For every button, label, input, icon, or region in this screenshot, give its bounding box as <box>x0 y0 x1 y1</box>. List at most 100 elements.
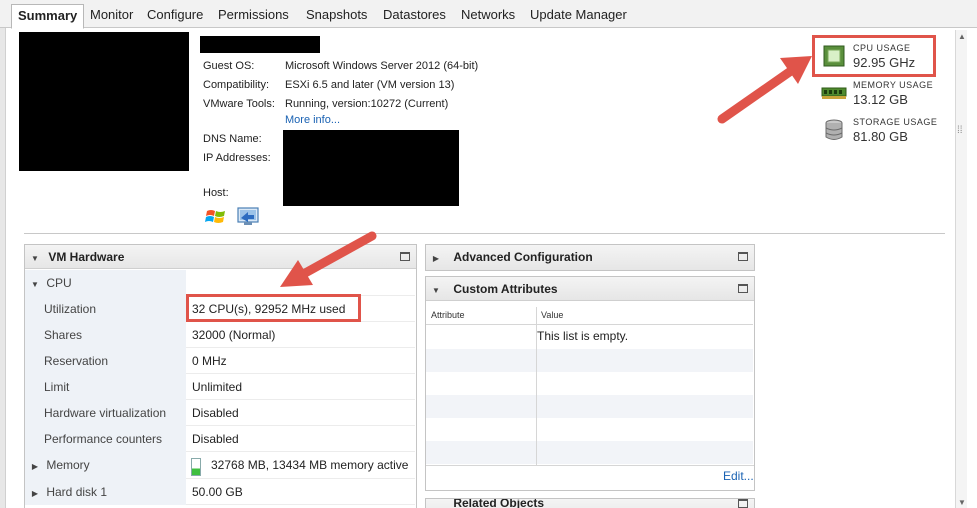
cpu-section-label: CPU <box>46 276 72 290</box>
empty-list-text: This list is empty. <box>537 329 629 343</box>
attributes-row <box>426 372 753 395</box>
collapse-caret-icon[interactable]: ▼ <box>430 501 442 508</box>
tab-permissions[interactable]: Permissions <box>212 4 295 28</box>
attributes-row <box>426 418 753 441</box>
guest-os-label: Guest OS: <box>203 60 255 72</box>
redacted-vm-name <box>200 36 320 53</box>
grid-footer-divider <box>426 465 754 466</box>
hw-row-label: Performance counters <box>25 426 186 452</box>
hw-row-performance-counters: Performance counters Disabled <box>25 426 415 452</box>
attributes-row <box>426 395 753 418</box>
memory-usage-value: 13.12 GB <box>853 92 908 107</box>
cpu-expand-caret-icon[interactable]: ▼ <box>29 272 41 298</box>
compatibility-value: ESXi 6.5 and later (VM version 13) <box>285 79 455 91</box>
related-objects-panel: ▼ Related Objects <box>425 498 755 508</box>
attributes-row: This list is empty. <box>426 326 753 349</box>
host-link-icon[interactable] <box>236 206 260 228</box>
tab-summary[interactable]: Summary <box>11 4 85 29</box>
advanced-configuration-header[interactable]: ▶ Advanced Configuration <box>426 245 754 270</box>
memory-module-icon <box>821 87 847 99</box>
maximize-icon[interactable] <box>738 252 748 261</box>
collapse-caret-icon[interactable]: ▼ <box>430 279 442 303</box>
advanced-configuration-title: Advanced Configuration <box>453 250 593 264</box>
hard-disk-label: Hard disk 1 <box>46 485 108 499</box>
scroll-down-arrow-icon[interactable]: ▼ <box>956 498 968 508</box>
dns-name-label: DNS Name: <box>203 133 262 145</box>
hard-disk-row[interactable]: ▶ Hard disk 1 50.00 GB <box>25 479 415 505</box>
hw-row-value: Disabled <box>192 406 239 420</box>
memory-row[interactable]: ▶ Memory 32768 MB, 13434 MB memory activ… <box>25 452 415 479</box>
utilization-highlight <box>186 294 361 322</box>
advanced-configuration-panel: ▶ Advanced Configuration <box>425 244 755 271</box>
ip-addresses-label: IP Addresses: <box>203 152 271 164</box>
memory-expand-caret-icon[interactable]: ▶ <box>29 454 41 480</box>
hw-row-label: Utilization <box>25 296 186 322</box>
hw-row-limit: Limit Unlimited <box>25 374 415 400</box>
memory-value: 32768 MB, 13434 MB memory active <box>211 458 409 472</box>
hw-row-hardware-virtualization: Hardware virtualization Disabled <box>25 400 415 426</box>
hw-row-value: 0 MHz <box>192 354 227 368</box>
maximize-icon[interactable] <box>400 252 410 261</box>
compatibility-label: Compatibility: <box>203 79 270 91</box>
hw-row-shares: Shares 32000 (Normal) <box>25 322 415 348</box>
hw-row-label: Shares <box>25 322 186 348</box>
vmware-tools-value: Running, version:10272 (Current) <box>285 98 449 110</box>
hw-row-value: Disabled <box>192 432 239 446</box>
tab-networks[interactable]: Networks <box>455 4 521 28</box>
tab-update-manager[interactable]: Update Manager <box>524 4 633 28</box>
storage-usage-value: 81.80 GB <box>853 129 908 144</box>
hw-row-label: Reservation <box>25 348 186 374</box>
memory-usage-bar <box>191 458 201 476</box>
vm-hardware-panel: ▼ VM Hardware ▼ CPU Utilization 32 CPU(s… <box>24 244 417 508</box>
scroll-up-arrow-icon[interactable]: ▲ <box>956 32 968 42</box>
storage-database-icon <box>825 119 843 140</box>
maximize-icon[interactable] <box>738 284 748 293</box>
host-label: Host: <box>203 187 229 199</box>
hw-row-label: Limit <box>25 374 186 400</box>
hw-row-label: Hardware virtualization <box>25 400 186 426</box>
windows-logo-icon <box>205 210 225 223</box>
disk-expand-caret-icon[interactable]: ▶ <box>29 481 41 507</box>
redacted-network-host <box>283 130 459 206</box>
expand-caret-icon[interactable]: ▶ <box>430 247 442 271</box>
tab-datastores[interactable]: Datastores <box>377 4 452 28</box>
hw-row-value: 32000 (Normal) <box>192 328 276 342</box>
edit-attributes-link[interactable]: Edit... <box>723 469 754 483</box>
guest-os-value: Microsoft Windows Server 2012 (64-bit) <box>285 60 479 72</box>
vm-hardware-header[interactable]: ▼ VM Hardware <box>25 245 416 269</box>
vertical-scrollbar[interactable]: ▲ ▼ <box>955 30 967 508</box>
column-divider <box>536 307 537 465</box>
hw-row-value: Unlimited <box>192 380 243 394</box>
collapse-caret-icon[interactable]: ▼ <box>29 247 41 271</box>
attributes-grid-header: Attribute Value <box>426 307 753 325</box>
maximize-icon[interactable] <box>738 499 748 508</box>
cpu-usage-highlight <box>812 35 936 77</box>
value-column-header[interactable]: Value <box>541 310 563 320</box>
resize-grip-icon[interactable]: ⁞⁞ <box>957 126 965 136</box>
custom-attributes-header[interactable]: ▼ Custom Attributes <box>426 277 754 301</box>
hw-row-reservation: Reservation 0 MHz <box>25 348 415 374</box>
memory-usage-label: MEMORY USAGE <box>853 80 934 90</box>
related-objects-title: Related Objects <box>453 498 545 508</box>
attributes-row <box>426 349 753 372</box>
redacted-console-thumbnail <box>19 32 189 171</box>
tab-snapshots[interactable]: Snapshots <box>300 4 373 28</box>
cpu-arrow-shaft <box>717 61 803 124</box>
custom-attributes-panel: ▼ Custom Attributes Attribute Value This… <box>425 276 755 491</box>
tab-configure[interactable]: Configure <box>141 4 209 28</box>
cpu-arrow-head <box>780 56 812 84</box>
left-edge-bar <box>0 28 6 508</box>
storage-usage-label: STORAGE USAGE <box>853 117 938 127</box>
section-divider <box>24 233 945 234</box>
cpu-section-row[interactable]: ▼ CPU <box>25 270 415 296</box>
more-info-link[interactable]: More info... <box>285 114 340 126</box>
custom-attributes-title: Custom Attributes <box>453 282 558 296</box>
related-objects-header[interactable]: ▼ Related Objects <box>426 499 754 508</box>
vmware-tools-label: VMware Tools: <box>203 98 275 110</box>
tab-monitor[interactable]: Monitor <box>84 4 139 28</box>
attribute-column-header[interactable]: Attribute <box>431 310 465 320</box>
hard-disk-value: 50.00 GB <box>192 485 243 499</box>
vm-hardware-title: VM Hardware <box>48 250 125 264</box>
memory-label: Memory <box>46 458 90 472</box>
tab-bar: Summary Monitor Configure Permissions Sn… <box>0 0 977 29</box>
